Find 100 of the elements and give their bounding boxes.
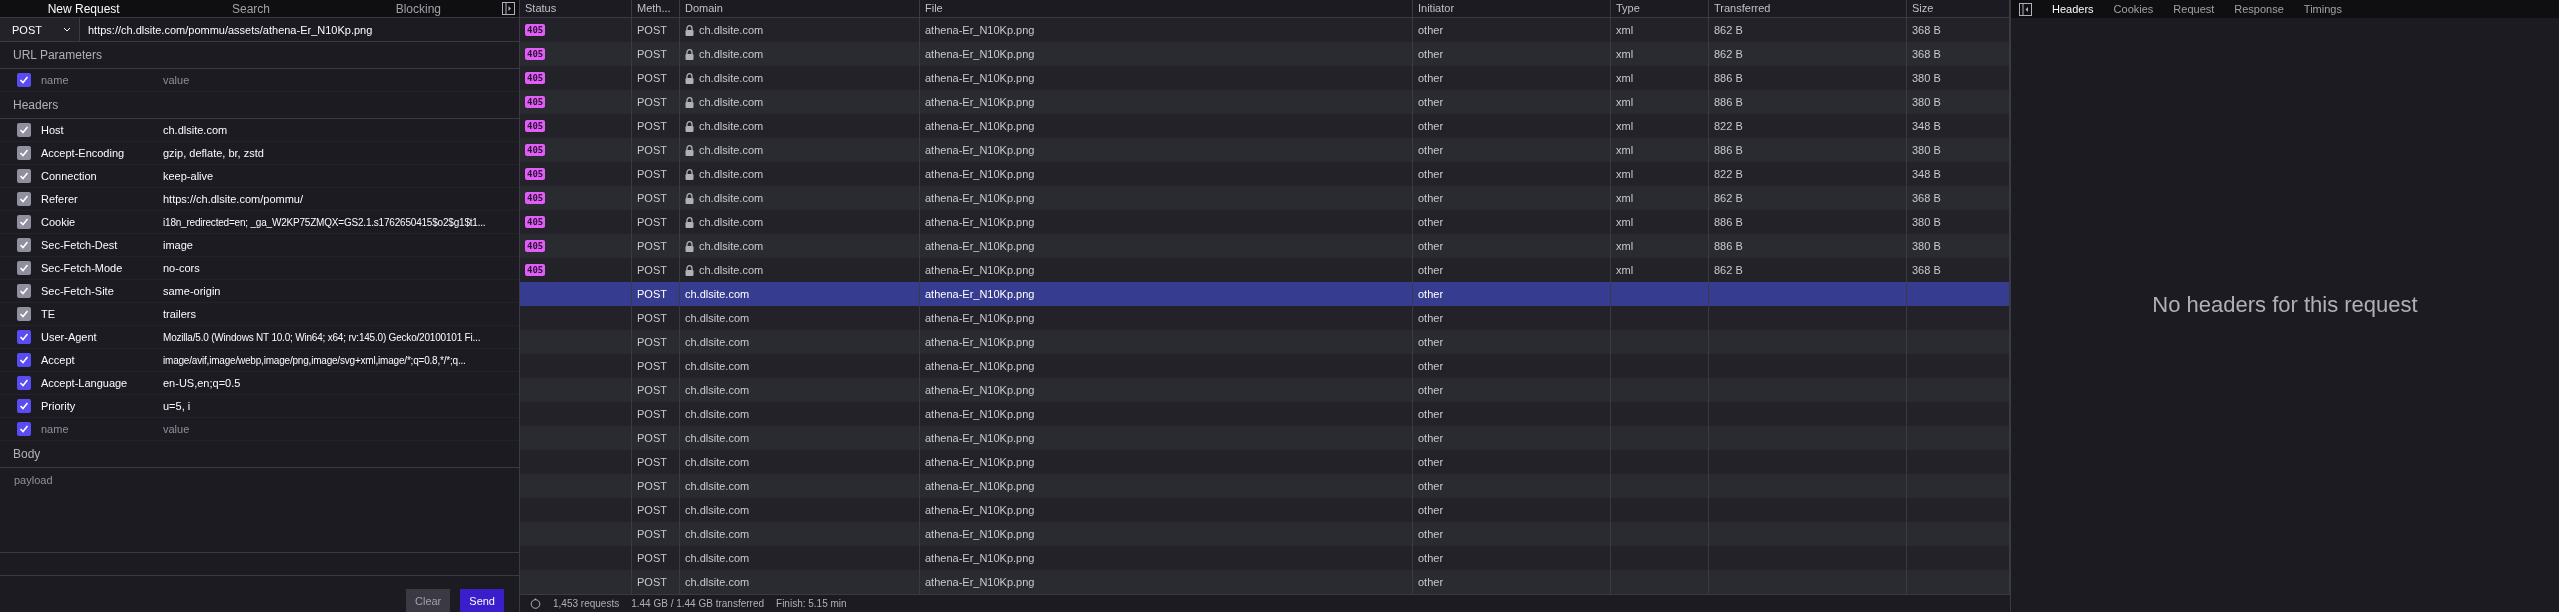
status-badge: 405	[525, 168, 546, 180]
request-row[interactable]: 405 POST ch.dlsite.com athena-Er_N10Kp.png other xml 862 B 368 B	[520, 186, 2010, 210]
request-row[interactable]: POST ch.dlsite.com athena-Er_N10Kp.png other	[520, 450, 2010, 474]
checkbox[interactable]	[17, 399, 31, 413]
request-row[interactable]: 405 POST ch.dlsite.com athena-Er_N10Kp.png other xml 862 B 368 B	[520, 42, 2010, 66]
table-cell: POST	[637, 144, 667, 156]
request-row[interactable]: POST ch.dlsite.com athena-Er_N10Kp.png other	[520, 522, 2010, 546]
lock-icon	[685, 168, 694, 180]
method-dropdown[interactable]: POST	[0, 18, 80, 41]
section-title: Body	[0, 441, 519, 468]
tab[interactable]: Timings	[2303, 3, 2342, 15]
column-header[interactable]: Meth...	[632, 0, 680, 17]
column-header[interactable]: Transferred	[1709, 0, 1907, 17]
tab[interactable]: New Request	[0, 1, 168, 16]
column-header[interactable]: Initiator	[1413, 0, 1611, 17]
tab[interactable]: Headers	[2052, 3, 2094, 15]
header-name: Referer	[41, 193, 79, 205]
lock-icon	[685, 216, 694, 228]
header-value: trailers	[163, 308, 196, 320]
sidebar-toggle-icon[interactable]	[2019, 2, 2032, 16]
checkbox[interactable]	[17, 376, 31, 390]
table-cell: POST	[637, 240, 667, 252]
request-row[interactable]: POST ch.dlsite.com athena-Er_N10Kp.png other	[520, 546, 2010, 570]
request-row[interactable]: 405 POST ch.dlsite.com athena-Er_N10Kp.png other xml 886 B 380 B	[520, 66, 2010, 90]
request-row[interactable]: POST ch.dlsite.com athena-Er_N10Kp.png other	[520, 378, 2010, 402]
request-row[interactable]: POST ch.dlsite.com athena-Er_N10Kp.png other	[520, 282, 2010, 306]
checkmark-icon	[19, 401, 29, 411]
column-header[interactable]: Domain	[680, 0, 920, 17]
table-cell: 368 B	[1912, 192, 1941, 204]
tab[interactable]: Search	[167, 1, 335, 16]
request-row[interactable]: 405 POST ch.dlsite.com athena-Er_N10Kp.png other xml 886 B 380 B	[520, 234, 2010, 258]
request-row[interactable]: POST ch.dlsite.com athena-Er_N10Kp.png other	[520, 402, 2010, 426]
request-row[interactable]: POST ch.dlsite.com athena-Er_N10Kp.png other	[520, 330, 2010, 354]
table-cell: POST	[637, 24, 667, 36]
request-row[interactable]: 405 POST ch.dlsite.com athena-Er_N10Kp.png other xml 822 B 348 B	[520, 162, 2010, 186]
tab[interactable]: Blocking	[334, 1, 502, 16]
request-row[interactable]: POST ch.dlsite.com athena-Er_N10Kp.png other	[520, 474, 2010, 498]
checkmark-icon	[19, 194, 29, 204]
send-button[interactable]: Send	[460, 589, 504, 612]
request-row[interactable]: 405 POST ch.dlsite.com athena-Er_N10Kp.png other xml 862 B 368 B	[520, 258, 2010, 282]
table-cell: athena-Er_N10Kp.png	[925, 72, 1035, 84]
table-cell: POST	[637, 480, 667, 492]
checkmark-icon	[19, 332, 29, 342]
checkbox[interactable]	[17, 353, 31, 367]
lock-icon	[685, 48, 694, 60]
table-cell: ch.dlsite.com	[685, 408, 750, 420]
request-row[interactable]: 405 POST ch.dlsite.com athena-Er_N10Kp.png other xml 886 B 380 B	[520, 210, 2010, 234]
value-field[interactable]: value	[163, 74, 190, 86]
checkbox[interactable]	[17, 330, 31, 344]
header-value: image/avif,image/webp,image/png,image/svg+xml,image/*;q=0.8,*/*;q...	[163, 354, 466, 366]
checkbox[interactable]	[17, 422, 31, 436]
url-field[interactable]: https://ch.dlsite.com/pommu/assets/athena-Er_N10Kp.png	[80, 23, 373, 36]
table-cell: POST	[637, 288, 667, 300]
value-field[interactable]: value	[163, 423, 190, 435]
status-badge: 405	[525, 144, 546, 156]
tab[interactable]: Response	[2234, 3, 2284, 15]
tab[interactable]: Request	[2173, 3, 2215, 15]
request-row[interactable]: POST ch.dlsite.com athena-Er_N10Kp.png other	[520, 498, 2010, 522]
request-row[interactable]: POST ch.dlsite.com athena-Er_N10Kp.png other	[520, 426, 2010, 450]
table-cell: 886 B	[1714, 216, 1743, 228]
lock-icon	[685, 24, 694, 36]
table-cell: 380 B	[1912, 72, 1941, 84]
payload-field[interactable]: payload	[0, 468, 519, 553]
checkmark-icon	[19, 355, 29, 365]
table-cell: ch.dlsite.com	[685, 456, 750, 468]
table-cell: athena-Er_N10Kp.png	[925, 360, 1035, 372]
request-row[interactable]: POST ch.dlsite.com athena-Er_N10Kp.png other	[520, 306, 2010, 330]
table-cell: athena-Er_N10Kp.png	[925, 48, 1035, 60]
table-cell: athena-Er_N10Kp.png	[925, 480, 1035, 492]
column-header[interactable]: Type	[1611, 0, 1709, 17]
request-row[interactable]: 405 POST ch.dlsite.com athena-Er_N10Kp.png other xml 886 B 380 B	[520, 90, 2010, 114]
table-cell: 380 B	[1912, 216, 1941, 228]
clear-button[interactable]: Clear	[406, 589, 451, 612]
checkmark-icon	[19, 171, 29, 181]
column-header[interactable]: Status	[520, 0, 632, 17]
request-row[interactable]: 405 POST ch.dlsite.com athena-Er_N10Kp.png other xml 862 B 368 B	[520, 18, 2010, 42]
header-name: Accept	[41, 354, 76, 366]
name-field[interactable]: name	[41, 423, 163, 435]
table-cell: ch.dlsite.com	[699, 264, 764, 276]
request-row[interactable]: 405 POST ch.dlsite.com athena-Er_N10Kp.png other xml 822 B 348 B	[520, 114, 2010, 138]
table-cell: athena-Er_N10Kp.png	[925, 192, 1035, 204]
table-cell: POST	[637, 336, 667, 348]
table-cell: other	[1418, 216, 1444, 228]
table-cell: athena-Er_N10Kp.png	[925, 240, 1035, 252]
request-row[interactable]: POST ch.dlsite.com athena-Er_N10Kp.png other	[520, 570, 2010, 594]
table-cell: other	[1418, 312, 1444, 324]
request-row[interactable]: POST ch.dlsite.com athena-Er_N10Kp.png other	[520, 354, 2010, 378]
column-header[interactable]: File	[920, 0, 1413, 17]
table-cell: other	[1418, 72, 1444, 84]
table-cell: 368 B	[1912, 264, 1941, 276]
table-cell: 368 B	[1912, 24, 1941, 36]
name-field[interactable]: name	[41, 74, 163, 86]
table-cell: other	[1418, 120, 1444, 132]
table-cell: ch.dlsite.com	[685, 552, 750, 564]
sidebar-toggle-icon[interactable]	[502, 2, 515, 15]
request-row[interactable]: 405 POST ch.dlsite.com athena-Er_N10Kp.png other xml 886 B 380 B	[520, 138, 2010, 162]
tab[interactable]: Cookies	[2113, 3, 2154, 15]
table-cell: ch.dlsite.com	[699, 96, 764, 108]
checkbox[interactable]	[17, 73, 31, 87]
table-cell: 822 B	[1714, 168, 1743, 180]
